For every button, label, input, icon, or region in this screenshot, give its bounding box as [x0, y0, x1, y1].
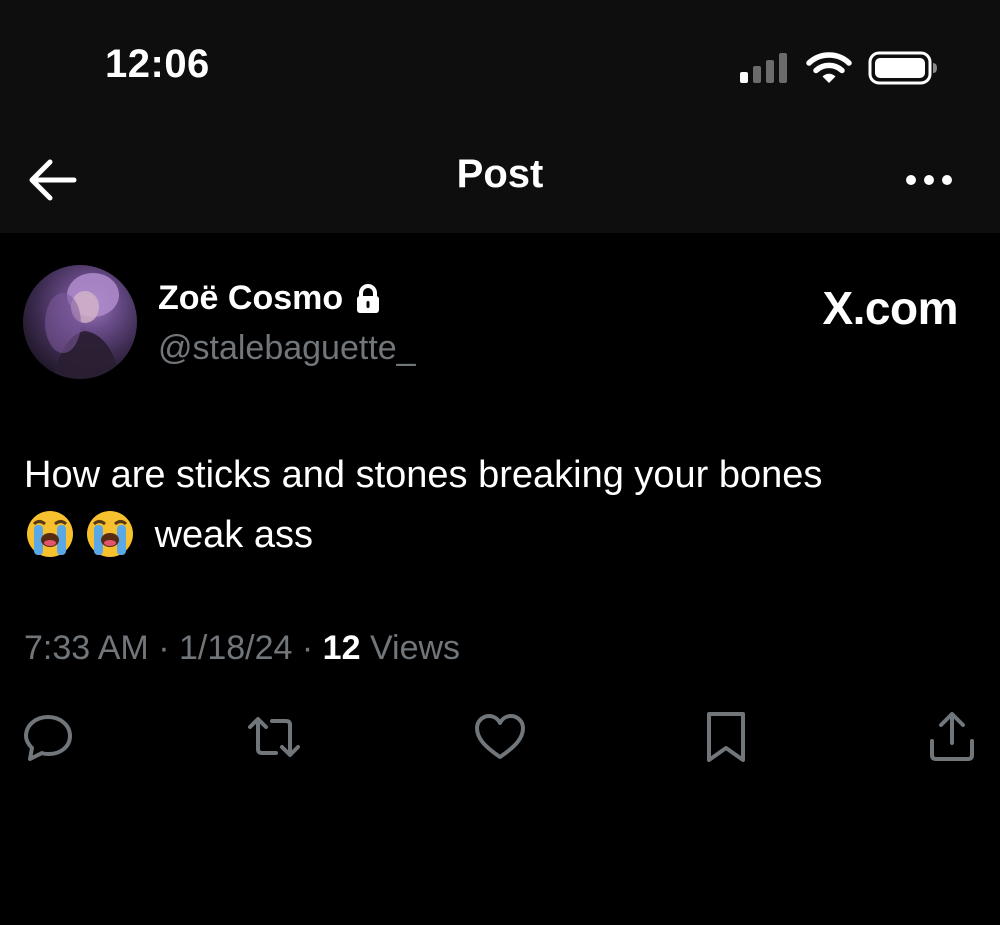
bookmark-icon — [698, 709, 754, 765]
wifi-icon — [806, 51, 852, 85]
more-button[interactable] — [902, 160, 956, 200]
repost-button[interactable] — [246, 709, 302, 765]
post-time[interactable]: 7:33 AM — [24, 629, 149, 667]
reply-icon — [20, 709, 76, 765]
post-meta: 7:33 AM · 1/18/24 · 12 Views — [24, 629, 460, 668]
lock-icon — [355, 283, 381, 314]
loudly-crying-face-icon — [84, 507, 136, 559]
repost-icon — [246, 709, 302, 765]
bookmark-button[interactable] — [698, 709, 754, 765]
reply-button[interactable] — [20, 709, 76, 765]
views-count[interactable]: 12 — [323, 629, 361, 667]
watermark: X.com — [822, 282, 958, 334]
back-button[interactable] — [26, 156, 78, 204]
more-horizontal-icon — [902, 175, 956, 204]
share-icon — [924, 709, 980, 765]
top-area: 12:06 Post — [0, 0, 1000, 233]
post-text: How are sticks and stones breaking your … — [24, 445, 964, 565]
author-handle[interactable]: @stalebaguette_ — [158, 329, 416, 368]
post-date[interactable]: 1/18/24 — [179, 629, 292, 667]
display-name-text: Zoë Cosmo — [158, 279, 344, 317]
post: Zoë Cosmo @stalebaguette_ X.com How are … — [0, 233, 1000, 925]
status-icons — [740, 48, 938, 88]
signal-icon — [740, 53, 790, 83]
heart-icon — [472, 709, 528, 765]
nav-bar: Post — [0, 130, 1000, 230]
avatar[interactable] — [23, 265, 137, 379]
like-button[interactable] — [472, 709, 528, 765]
meta-separator: · — [158, 629, 170, 667]
arrow-left-icon — [26, 159, 78, 208]
action-bar — [0, 709, 1000, 769]
post-text-line-1: How are sticks and stones breaking your … — [24, 454, 823, 496]
post-text-line-2-text: weak ass — [154, 514, 313, 556]
loudly-crying-face-icon — [24, 507, 76, 559]
views-label[interactable]: Views — [370, 629, 460, 667]
meta-separator: · — [301, 629, 314, 667]
status-bar: 12:06 — [0, 0, 1000, 130]
status-time: 12:06 — [105, 42, 210, 86]
post-text-line-2: weak ass — [24, 505, 964, 565]
share-button[interactable] — [924, 709, 980, 765]
page-title: Post — [456, 152, 544, 196]
battery-icon — [868, 51, 938, 85]
author-name[interactable]: Zoë Cosmo — [158, 279, 381, 318]
